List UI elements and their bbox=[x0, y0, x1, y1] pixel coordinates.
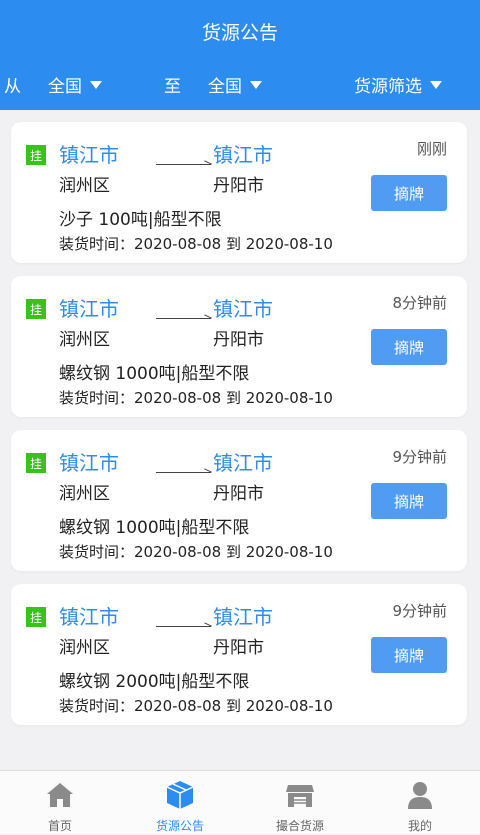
route-arrow-icon bbox=[156, 164, 211, 165]
cargo-info: 螺纹钢 2000吨|船型不限 bbox=[59, 672, 250, 692]
destination-district: 丹阳市 bbox=[213, 638, 264, 658]
load-time: 装货时间：2020-08-08 到 2020-08-10 bbox=[59, 235, 333, 253]
cargo-info: 螺纹钢 1000吨|船型不限 bbox=[59, 518, 250, 538]
destination-city: 镇江市 bbox=[213, 297, 273, 321]
caret-down-icon bbox=[250, 80, 262, 89]
cargo-card[interactable]: 挂 镇江市 润州区 镇江市 丹阳市 沙子 100吨|船型不限 装货时间：2020… bbox=[11, 122, 467, 263]
listed-badge: 挂 bbox=[26, 299, 46, 319]
user-icon bbox=[408, 782, 432, 809]
from-region-dropdown[interactable]: 全国 bbox=[48, 72, 102, 97]
origin-city: 镇江市 bbox=[59, 451, 119, 475]
app-header: 货源公告 从 全国 至 全国 货源筛选 bbox=[0, 0, 480, 110]
posted-time: 9分钟前 bbox=[392, 602, 447, 620]
origin-city: 镇江市 bbox=[59, 297, 119, 321]
destination-district: 丹阳市 bbox=[213, 484, 264, 504]
load-time: 装货时间：2020-08-08 到 2020-08-10 bbox=[59, 543, 333, 561]
cargo-filter-dropdown[interactable]: 货源筛选 bbox=[354, 72, 442, 97]
cargo-card[interactable]: 挂 镇江市 润州区 镇江市 丹阳市 螺纹钢 1000吨|船型不限 装货时间：20… bbox=[11, 430, 467, 571]
destination-district: 丹阳市 bbox=[213, 176, 264, 196]
to-label: 至 bbox=[164, 77, 181, 97]
tab-label: 首页 bbox=[47, 819, 72, 833]
origin-district: 润州区 bbox=[59, 176, 110, 196]
destination-district: 丹阳市 bbox=[213, 330, 264, 350]
listed-badge: 挂 bbox=[26, 453, 46, 473]
destination-city: 镇江市 bbox=[213, 143, 273, 167]
route-arrow-icon bbox=[156, 318, 211, 319]
page-title: 货源公告 bbox=[201, 22, 278, 44]
cargo-card[interactable]: 挂 镇江市 润州区 镇江市 丹阳市 螺纹钢 1000吨|船型不限 装货时间：20… bbox=[11, 276, 467, 417]
tab-home[interactable]: 首页 bbox=[0, 771, 120, 835]
tab-matching[interactable]: 撮合货源 bbox=[240, 771, 360, 835]
from-region-value: 全国 bbox=[48, 77, 82, 97]
home-icon bbox=[47, 783, 73, 807]
caret-down-icon bbox=[430, 80, 442, 89]
cargo-filter-label: 货源筛选 bbox=[354, 77, 422, 97]
load-time: 装货时间：2020-08-08 到 2020-08-10 bbox=[59, 389, 333, 407]
caret-down-icon bbox=[90, 80, 102, 89]
tab-label: 货源公告 bbox=[155, 819, 204, 833]
origin-city: 镇江市 bbox=[59, 143, 119, 167]
cargo-card[interactable]: 挂 镇江市 润州区 镇江市 丹阳市 螺纹钢 2000吨|船型不限 装货时间：20… bbox=[11, 584, 467, 725]
origin-district: 润州区 bbox=[59, 638, 110, 658]
destination-city: 镇江市 bbox=[213, 605, 273, 629]
cargo-info: 螺纹钢 1000吨|船型不限 bbox=[59, 364, 250, 384]
tab-cargo-notice[interactable]: 货源公告 bbox=[120, 771, 240, 835]
take-listing-button[interactable]: 摘牌 bbox=[371, 175, 447, 211]
bottom-tab-bar: 首页 货源公告 撮合货源 我的 bbox=[0, 770, 480, 834]
to-region-value: 全国 bbox=[208, 77, 242, 97]
route-arrow-icon bbox=[156, 472, 211, 473]
store-icon bbox=[286, 785, 314, 807]
to-region-dropdown[interactable]: 全国 bbox=[208, 72, 262, 97]
posted-time: 9分钟前 bbox=[392, 448, 447, 466]
box-icon bbox=[166, 781, 194, 809]
listed-badge: 挂 bbox=[26, 145, 46, 165]
take-listing-button[interactable]: 摘牌 bbox=[371, 329, 447, 365]
take-listing-button[interactable]: 摘牌 bbox=[371, 637, 447, 673]
take-listing-button[interactable]: 摘牌 bbox=[371, 483, 447, 519]
destination-city: 镇江市 bbox=[213, 451, 273, 475]
posted-time: 8分钟前 bbox=[392, 294, 447, 312]
route-arrow-icon bbox=[156, 626, 211, 627]
load-time: 装货时间：2020-08-08 到 2020-08-10 bbox=[59, 697, 333, 715]
origin-city: 镇江市 bbox=[59, 605, 119, 629]
tab-label: 撮合货源 bbox=[275, 819, 324, 833]
from-label: 从 bbox=[4, 77, 21, 97]
origin-district: 润州区 bbox=[59, 484, 110, 504]
listed-badge: 挂 bbox=[26, 607, 46, 627]
tab-label: 我的 bbox=[407, 819, 432, 833]
cargo-info: 沙子 100吨|船型不限 bbox=[59, 210, 222, 230]
origin-district: 润州区 bbox=[59, 330, 110, 350]
posted-time: 刚刚 bbox=[416, 140, 447, 158]
tab-mine[interactable]: 我的 bbox=[360, 771, 480, 835]
